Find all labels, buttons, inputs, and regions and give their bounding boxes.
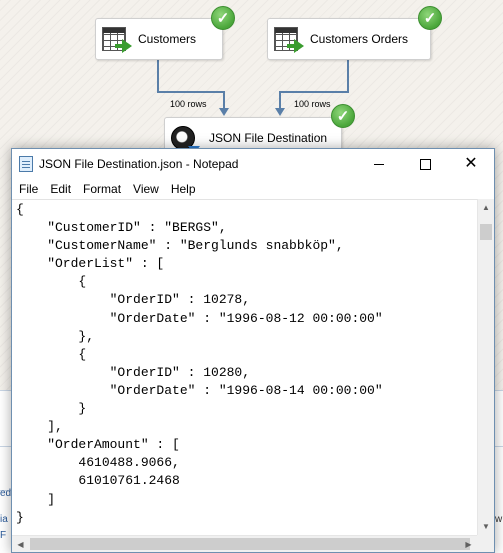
scroll-left-icon[interactable]: ◀ [12, 536, 29, 552]
scroll-right-icon[interactable]: ▶ [460, 536, 477, 552]
horizontal-scrollbar[interactable]: ◀ ▶ [12, 535, 477, 552]
path-rows-label-2: 100 rows [294, 99, 331, 109]
minimize-icon [374, 163, 384, 165]
json-destination-icon [171, 126, 200, 154]
path-rows-label-1: 100 rows [170, 99, 207, 109]
task-label: JSON File Destination [209, 131, 328, 145]
vertical-scrollbar[interactable]: ▲ ▼ [477, 199, 494, 535]
scroll-down-icon[interactable]: ▼ [478, 518, 494, 535]
close-icon: ✕ [464, 155, 478, 172]
window-title: JSON File Destination.json - Notepad [39, 157, 239, 171]
menu-file[interactable]: File [12, 182, 44, 196]
menu-help[interactable]: Help [165, 182, 202, 196]
background-text: ia [0, 514, 8, 525]
path-arrowhead [275, 108, 285, 116]
notepad-icon [19, 156, 33, 172]
background-window-right: w [495, 390, 503, 553]
text-editor[interactable]: { "CustomerID" : "BERGS", "CustomerName"… [12, 199, 477, 535]
background-text: F [0, 530, 7, 541]
path-arrowhead [219, 108, 229, 116]
ole-db-source-icon [102, 27, 132, 53]
background-window-left: ed ia F [0, 390, 11, 553]
maximize-button[interactable] [402, 149, 448, 179]
menu-bar: File Edit Format View Help [12, 179, 494, 199]
menu-format[interactable]: Format [77, 182, 127, 196]
maximize-icon [419, 158, 431, 170]
scrollbar-corner [477, 535, 494, 552]
menu-view[interactable]: View [127, 182, 165, 196]
ole-db-source-icon [274, 27, 304, 53]
background-text: ed [0, 488, 12, 499]
success-check-icon: ✓ [211, 6, 235, 30]
background-text: w [495, 514, 503, 525]
task-label: Customers [138, 32, 197, 46]
close-button[interactable]: ✕ [448, 149, 494, 179]
task-label: Customers Orders [310, 32, 409, 46]
notepad-window: JSON File Destination.json - Notepad ✕ F… [11, 148, 495, 553]
task-customers[interactable]: Customers [95, 18, 223, 60]
menu-edit[interactable]: Edit [44, 182, 77, 196]
success-check-icon: ✓ [331, 104, 355, 128]
task-customers-orders[interactable]: Customers Orders [267, 18, 431, 60]
success-check-icon: ✓ [418, 6, 442, 30]
horizontal-scroll-thumb[interactable] [30, 538, 470, 550]
minimize-button[interactable] [356, 149, 402, 179]
scroll-up-icon[interactable]: ▲ [478, 199, 494, 216]
title-bar[interactable]: JSON File Destination.json - Notepad ✕ [12, 149, 494, 179]
file-content[interactable]: { "CustomerID" : "BERGS", "CustomerName"… [12, 200, 477, 527]
vertical-scroll-thumb[interactable] [480, 224, 492, 240]
